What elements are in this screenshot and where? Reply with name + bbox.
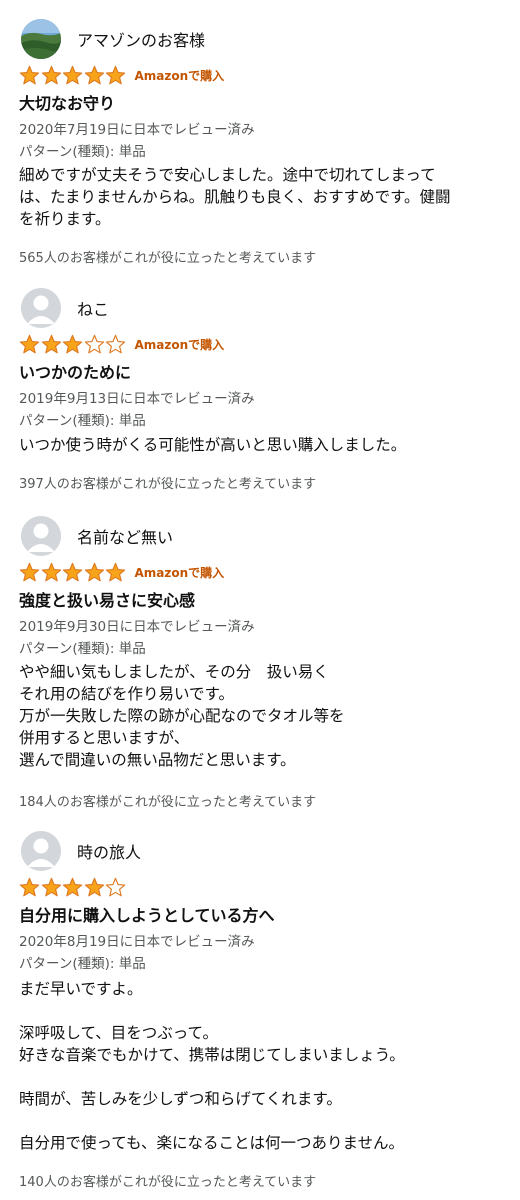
review-date: 2020年8月19日に日本でレビュー済み [19,934,255,950]
avatar[interactable] [21,831,61,871]
review-body: やや細い気もしましたが、その分 扱い易く それ用の結びを作り易いです。 万が一失… [19,663,345,769]
star-filled-icon [41,65,61,84]
star-rating[interactable] [19,334,127,355]
review-title[interactable]: いつかのために [19,359,131,383]
star-rating[interactable] [19,877,127,898]
star-filled-icon [84,877,104,896]
star-filled-icon [19,334,40,353]
review-title[interactable]: 強度と扱い易さに安心感 [19,587,195,611]
star-filled-icon [62,334,83,353]
reviewer-profile[interactable]: 時の旅人 [21,831,141,871]
star-filled-icon [62,877,83,896]
review-date: 2020年7月19日に日本でレビュー済み [19,122,255,138]
default-user-icon [21,516,61,556]
review-body: 細めですが丈夫そうで安心しました。途中で切れてしまって は、たまりませんからね。… [19,166,451,228]
review-title[interactable]: 自分用に購入しようとしている方へ [19,902,275,926]
reviewer-name[interactable]: 時の旅人 [77,839,141,863]
verified-purchase-badge: Amazonで購入 [134,68,225,83]
default-user-icon [21,831,61,871]
landscape-photo-icon [21,19,61,59]
reviewer-profile[interactable]: ねこ [21,288,109,328]
review-date: 2019年9月13日に日本でレビュー済み [19,391,255,407]
variant-info: パターン(種類): 単品 [19,413,146,429]
helpful-count: 397人のお客様がこれが役に立ったと考えています [19,477,317,492]
helpful-count: 565人のお客様がこれが役に立ったと考えています [19,251,317,266]
avatar[interactable] [21,516,61,556]
reviewer-profile[interactable]: アマゾンのお客様 [21,19,205,59]
variant-info: パターン(種類): 単品 [19,144,146,160]
review-date: 2019年9月30日に日本でレビュー済み [19,619,255,635]
avatar[interactable] [21,288,61,328]
default-user-icon [21,288,61,328]
variant-info: パターン(種類): 単品 [19,956,146,972]
avatar[interactable] [21,19,61,59]
helpful-count: 140人のお客様がこれが役に立ったと考えています [19,1175,317,1190]
reviewer-name[interactable]: ねこ [77,296,109,320]
rating-row: Amazonで購入 [19,561,224,583]
star-filled-icon [62,65,83,84]
verified-purchase-badge: Amazonで購入 [134,565,225,580]
star-filled-icon [19,562,40,581]
star-filled-icon [19,65,40,84]
star-empty-icon [105,334,126,353]
verified-purchase-badge: Amazonで購入 [134,337,225,352]
star-filled-icon [41,334,61,353]
rating-row [19,876,127,898]
reviewer-name[interactable]: アマゾンのお客様 [77,27,205,51]
star-rating[interactable] [19,562,127,583]
review-body: いつか使う時がくる可能性が高いと思い購入しました。 [19,436,407,454]
star-empty-icon [84,334,104,353]
star-filled-icon [62,562,83,581]
star-filled-icon [84,65,104,84]
star-empty-icon [105,877,126,896]
rating-row: Amazonで購入 [19,333,224,355]
star-filled-icon [84,562,104,581]
review-body: まだ早いですよ。 深呼吸して、目をつぶって。 好きな音楽でもかけて、携帯は閉じて… [19,980,405,1152]
variant-info: パターン(種類): 単品 [19,641,146,657]
star-filled-icon [41,877,61,896]
review-title[interactable]: 大切なお守り [19,90,115,114]
star-rating[interactable] [19,65,127,86]
reviewer-name[interactable]: 名前など無い [77,524,173,548]
reviewer-profile[interactable]: 名前など無い [21,516,173,556]
rating-row: Amazonで購入 [19,64,224,86]
star-filled-icon [19,877,40,896]
star-filled-icon [105,562,126,581]
star-filled-icon [41,562,61,581]
helpful-count: 184人のお客様がこれが役に立ったと考えています [19,795,317,810]
star-filled-icon [105,65,126,84]
